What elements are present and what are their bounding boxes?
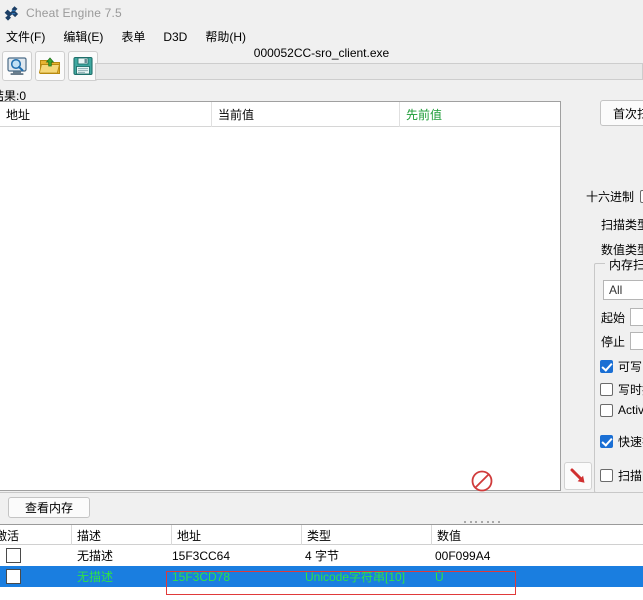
fast-scan-label: 快速扫描 xyxy=(618,435,643,449)
scan-results-panel[interactable]: 地址 当前值 先前值 xyxy=(0,101,561,491)
executable-label: Activate xyxy=(618,403,643,417)
row-value[interactable]: Ů xyxy=(435,566,444,587)
cheat-column-description[interactable]: 描述 xyxy=(72,525,172,545)
scan-results-header: 地址 当前值 先前值 xyxy=(0,102,560,127)
pause-on-scan-checkbox[interactable] xyxy=(600,469,613,482)
scan-column-previous-value[interactable]: 先前值 xyxy=(400,102,560,127)
option-copy-on-write[interactable]: 写时拷贝 xyxy=(600,381,643,398)
title-bar: Cheat Engine 7.5 xyxy=(0,0,643,26)
row-value[interactable]: 00F099A4 xyxy=(435,545,490,566)
row-address[interactable]: 15F3CC64 xyxy=(172,545,230,566)
menu-item-d3d[interactable]: D3D xyxy=(163,28,196,46)
add-address-arrow-button[interactable] xyxy=(564,462,592,490)
attached-process-label: 000052CC-sro_client.exe xyxy=(253,46,390,60)
no-entry-icon xyxy=(471,470,493,492)
cheat-column-value[interactable]: 数值 xyxy=(432,525,643,545)
row-active-checkbox[interactable] xyxy=(2,545,24,566)
memory-view-button[interactable]: 查看内存 xyxy=(8,497,90,518)
scan-options-panel: 首次扫描 十六进制 扫描类型 数值类型 内存扫描选项 All 起始 停止 可写 xyxy=(566,88,643,498)
writable-checkbox[interactable] xyxy=(600,360,613,373)
copy-on-write-checkbox[interactable] xyxy=(600,383,613,396)
scan-column-current-value[interactable]: 当前值 xyxy=(212,102,400,127)
pause-on-scan-label: 扫描时暂停游戏 xyxy=(618,469,643,483)
scan-results-body[interactable] xyxy=(0,127,560,490)
cheat-engine-logo-icon xyxy=(2,4,20,22)
fast-scan-checkbox[interactable] xyxy=(600,435,613,448)
scan-column-address[interactable]: 地址 xyxy=(0,102,212,127)
bottom-toolbar xyxy=(0,492,643,522)
stop-address-row: 停止 xyxy=(601,332,643,350)
process-field[interactable] xyxy=(95,63,643,80)
window-title: Cheat Engine 7.5 xyxy=(26,6,122,20)
option-writable[interactable]: 可写 xyxy=(600,358,642,375)
writable-label: 可写 xyxy=(618,360,643,374)
red-arrow-down-right-icon xyxy=(570,468,585,483)
memory-scan-options-title: 内存扫描选项 xyxy=(605,256,643,273)
stop-address-input[interactable] xyxy=(630,332,643,350)
scan-type-label: 扫描类型 xyxy=(601,218,643,232)
memory-region-select[interactable]: All xyxy=(603,280,643,300)
executable-checkbox[interactable] xyxy=(600,403,613,417)
cheat-column-active[interactable]: 激活 xyxy=(0,525,72,545)
cheat-column-type[interactable]: 类型 xyxy=(302,525,432,545)
cheat-table[interactable]: 激活 描述 地址 类型 数值 无描述 15F3CC64 4 字节 00F099A… xyxy=(0,524,643,600)
menu-item-edit[interactable]: 编辑(E) xyxy=(63,26,112,47)
table-row[interactable]: 无描述 15F3CD78 Unicode字符串[10] Ů xyxy=(0,566,643,587)
cheat-engine-window: Cheat Engine 7.5 文件(F) 编辑(E) 表单 D3D 帮助(H… xyxy=(0,0,643,600)
start-address-row: 起始 xyxy=(601,308,643,326)
row-address[interactable]: 15F3CD78 xyxy=(172,566,230,587)
stop-label: 停止 xyxy=(601,334,626,349)
menu-item-help[interactable]: 帮助(H) xyxy=(205,26,255,47)
option-fast-scan[interactable]: 快速扫描 xyxy=(600,433,643,450)
option-executable[interactable]: Activate xyxy=(600,403,643,417)
row-type[interactable]: Unicode字符串[10] xyxy=(305,566,405,587)
first-scan-button[interactable]: 首次扫描 xyxy=(600,100,643,126)
menu-item-table[interactable]: 表单 xyxy=(121,26,154,47)
row-active-checkbox[interactable] xyxy=(2,566,24,587)
row-description[interactable]: 无描述 xyxy=(77,545,113,566)
option-pause-on-scan[interactable]: 扫描时暂停游戏 xyxy=(600,467,643,484)
stop-scan-button[interactable] xyxy=(469,468,495,494)
start-label: 起始 xyxy=(601,310,626,325)
copy-on-write-label: 写时拷贝 xyxy=(618,383,643,397)
row-description[interactable]: 无描述 xyxy=(77,566,113,587)
menu-bar: 文件(F) 编辑(E) 表单 D3D 帮助(H) xyxy=(0,26,643,47)
hex-label: 十六进制 xyxy=(586,190,635,204)
cheat-table-header: 激活 描述 地址 类型 数值 xyxy=(0,525,643,545)
table-row[interactable]: 无描述 15F3CC64 4 字节 00F099A4 xyxy=(0,545,643,566)
start-address-input[interactable] xyxy=(630,308,643,326)
menu-item-file[interactable]: 文件(F) xyxy=(6,26,54,47)
memory-scan-options-group: 内存扫描选项 All 起始 停止 可写 写时拷贝 Activate xyxy=(594,256,643,493)
cheat-column-address[interactable]: 地址 xyxy=(172,525,302,545)
hex-option-row: 十六进制 xyxy=(586,188,643,205)
row-type[interactable]: 4 字节 xyxy=(305,545,339,566)
